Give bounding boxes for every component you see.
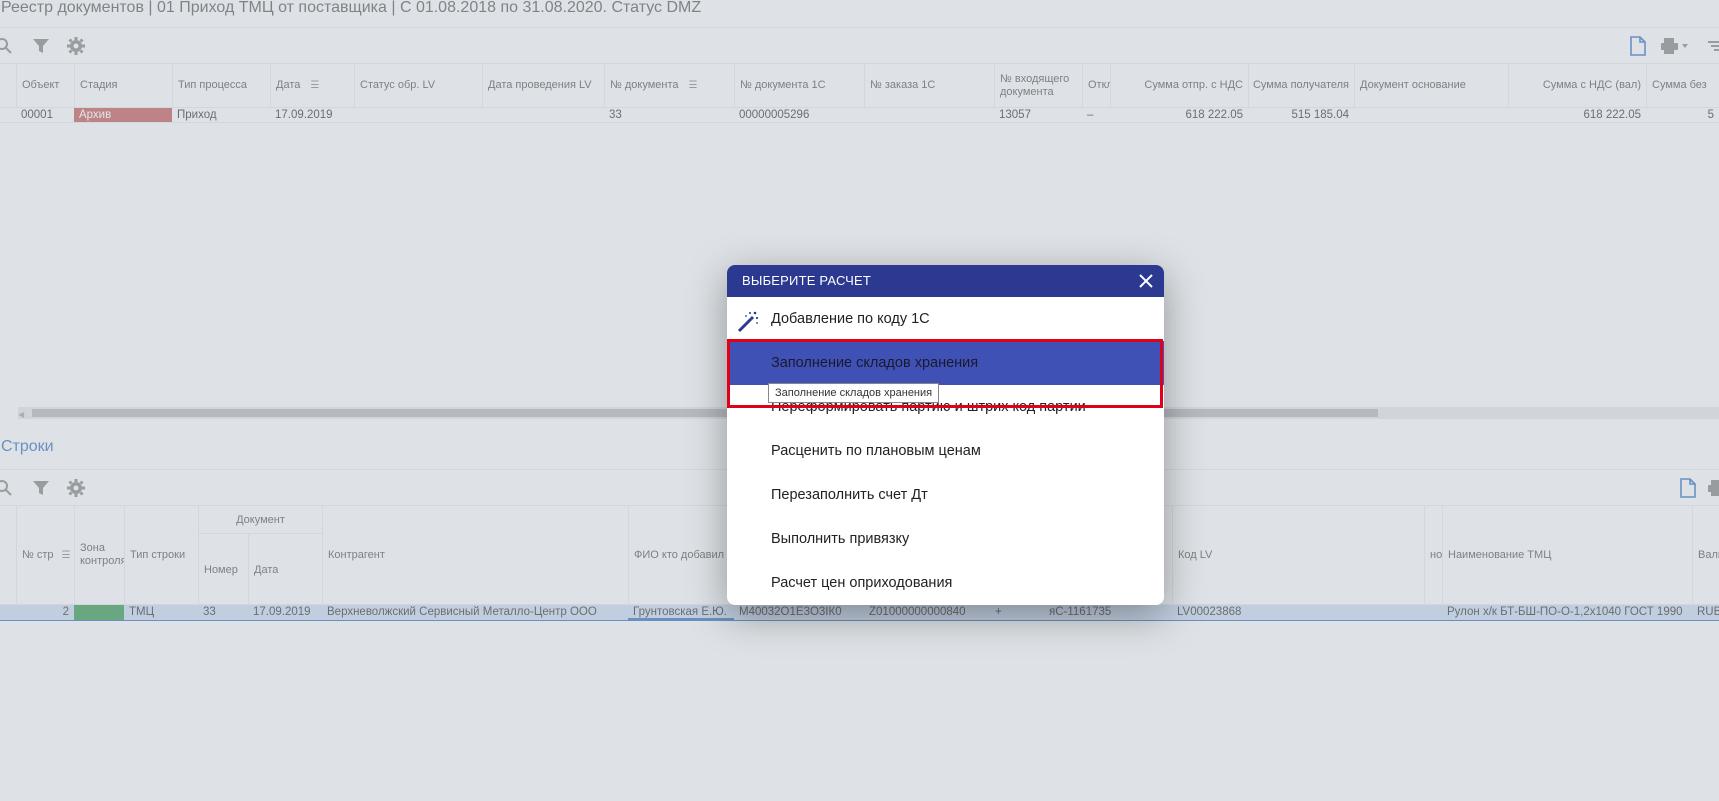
select-calculation-dialog: ВЫБЕРИТЕ РАСЧЕТ Добавление по коду 1С За…: [727, 265, 1164, 605]
magic-wand-icon: [736, 308, 760, 333]
menu-item-label: Перезаполнить счет Дт: [771, 487, 928, 503]
menu-item-label: Выполнить привязку: [771, 531, 910, 547]
close-icon[interactable]: [1134, 269, 1158, 293]
menu-item-price-by-plan[interactable]: Расценить по плановым ценам: [727, 429, 1164, 473]
menu-item-calc-receipt-prices[interactable]: Расчет цен оприходования: [727, 561, 1164, 605]
menu-item-label: Добавление по коду 1С: [771, 311, 930, 327]
menu-item-label: Расчет цен оприходования: [771, 575, 953, 591]
menu-item-add-by-1c-code[interactable]: Добавление по коду 1С: [727, 297, 1164, 341]
menu-item-perform-binding[interactable]: Выполнить привязку: [727, 517, 1164, 561]
dialog-header: ВЫБЕРИТЕ РАСЧЕТ: [727, 265, 1164, 297]
menu-item-refill-debit-account[interactable]: Перезаполнить счет Дт: [727, 473, 1164, 517]
dialog-title: ВЫБЕРИТЕ РАСЧЕТ: [742, 273, 872, 288]
highlight-annotation-box: [727, 339, 1163, 408]
menu-item-label: Расценить по плановым ценам: [771, 443, 981, 459]
